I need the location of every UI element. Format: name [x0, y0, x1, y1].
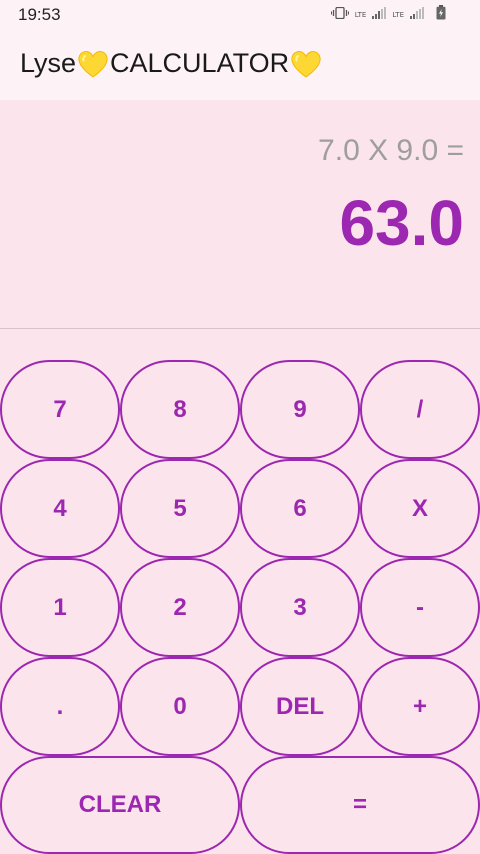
- key-add[interactable]: +: [360, 657, 480, 756]
- key-5[interactable]: 5: [120, 459, 240, 558]
- status-icons: LTE LTE: [330, 5, 446, 25]
- key-0[interactable]: 0: [120, 657, 240, 756]
- key-2[interactable]: 2: [120, 558, 240, 657]
- app-bar: Lyse CALCULATOR: [0, 30, 480, 100]
- status-bar: 19:53 LTE LTE: [0, 0, 480, 30]
- network-type-2: LTE: [392, 11, 404, 19]
- app-title-part-2: CALCULATOR: [110, 48, 290, 78]
- status-time: 19:53: [18, 5, 61, 24]
- calculator-display: 7.0 X 9.0 = 63.0: [0, 100, 480, 328]
- key-subtract[interactable]: -: [360, 558, 480, 657]
- key-3[interactable]: 3: [240, 558, 360, 657]
- app-title: Lyse CALCULATOR: [20, 48, 323, 79]
- key-1[interactable]: 1: [0, 558, 120, 657]
- key-clear[interactable]: CLEAR: [0, 756, 240, 854]
- key-divide[interactable]: /: [360, 360, 480, 459]
- result-text: 63.0: [339, 187, 464, 259]
- divider: [0, 328, 480, 329]
- signal-icon: [410, 6, 424, 24]
- key-delete[interactable]: DEL: [240, 657, 360, 756]
- yellow-heart-icon: [77, 49, 109, 79]
- key-9[interactable]: 9: [240, 360, 360, 459]
- signal-icon: [372, 6, 387, 24]
- yellow-heart-icon: [290, 49, 322, 79]
- network-type-1: LTE: [354, 11, 367, 19]
- key-6[interactable]: 6: [240, 459, 360, 558]
- app-title-part-1: Lyse: [20, 48, 77, 78]
- key-multiply[interactable]: X: [360, 459, 480, 558]
- expression-text: 7.0 X 9.0 =: [318, 134, 464, 167]
- key-4[interactable]: 4: [0, 459, 120, 558]
- key-7[interactable]: 7: [0, 360, 120, 459]
- vibrate-icon: [330, 6, 349, 24]
- key-8[interactable]: 8: [120, 360, 240, 459]
- key-decimal[interactable]: .: [0, 657, 120, 756]
- keypad: 7 8 9 / 4 5 6 X 1 2 3 - . 0 DEL + CLEAR …: [0, 360, 480, 854]
- battery-icon: [436, 5, 446, 25]
- key-equals[interactable]: =: [240, 756, 480, 854]
